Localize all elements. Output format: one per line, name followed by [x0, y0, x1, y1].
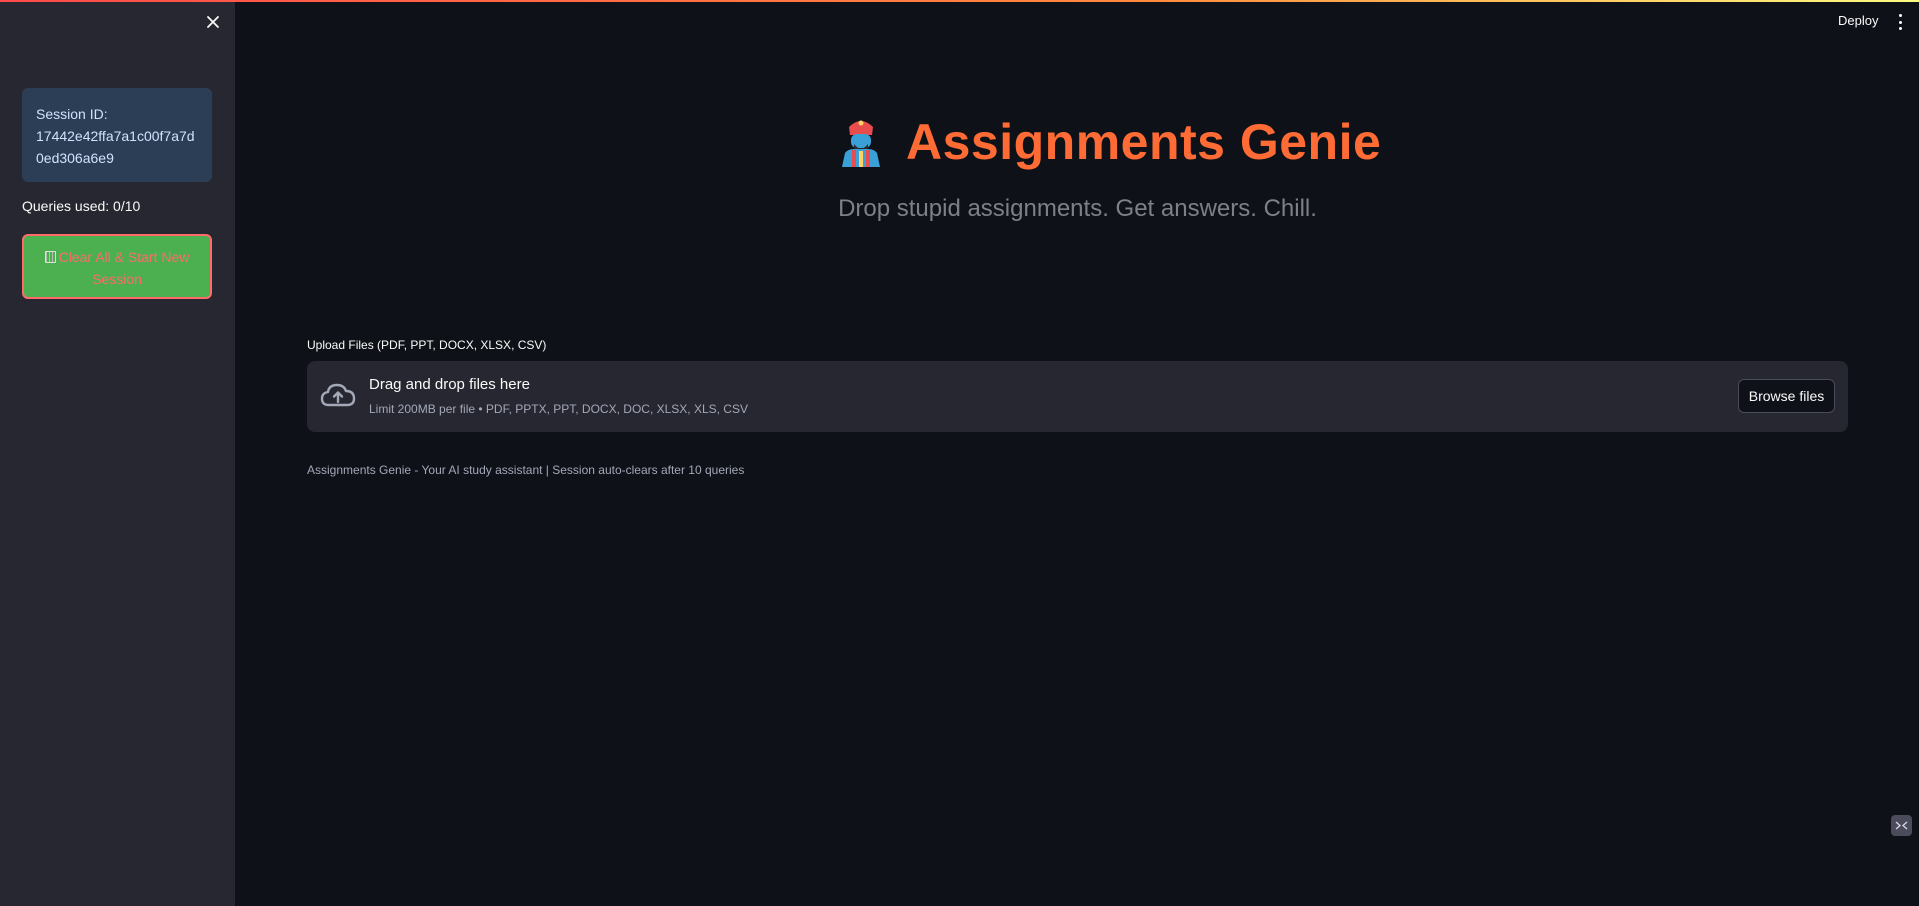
clear-all-start-new-session-button[interactable]: Clear All & Start New Session	[22, 234, 212, 299]
kebab-menu-icon[interactable]	[1896, 14, 1904, 30]
app-status-badge[interactable]	[1891, 815, 1912, 836]
session-info-box: Session ID: 17442e42ffa7a1c00f7a7d0ed306…	[22, 88, 212, 182]
top-decoration-bar	[0, 0, 1919, 2]
page-title: Assignments Genie	[906, 114, 1382, 170]
close-sidebar-button[interactable]	[203, 12, 223, 32]
page-subtitle: Drop stupid assignments. Get answers. Ch…	[838, 195, 1317, 222]
session-label: Session ID:	[36, 106, 108, 122]
deploy-button[interactable]: Deploy	[1838, 13, 1878, 28]
file-limit-text: Limit 200MB per file • PDF, PPTX, PPT, D…	[369, 402, 748, 416]
browse-files-button[interactable]: Browse files	[1738, 379, 1835, 413]
page-header: Assignments Genie	[838, 112, 1381, 172]
sidebar: Session ID: 17442e42ffa7a1c00f7a7d0ed306…	[0, 0, 235, 906]
cloud-upload-icon	[320, 383, 356, 407]
upload-files-label: Upload Files (PDF, PPT, DOCX, XLSX, CSV)	[307, 338, 547, 352]
session-id-value: 17442e42ffa7a1c00f7a7d0ed306a6e9	[36, 128, 195, 166]
close-icon	[207, 16, 219, 28]
drag-drop-text: Drag and drop files here	[369, 376, 530, 393]
footer-caption: Assignments Genie - Your AI study assist…	[307, 463, 745, 477]
clear-button-label: Clear All & Start New Session	[58, 249, 190, 287]
file-dropzone[interactable]: Drag and drop files here Limit 200MB per…	[307, 361, 1848, 432]
status-icon	[1895, 821, 1908, 830]
genie-icon	[842, 120, 880, 167]
wastebasket-icon	[44, 251, 56, 263]
